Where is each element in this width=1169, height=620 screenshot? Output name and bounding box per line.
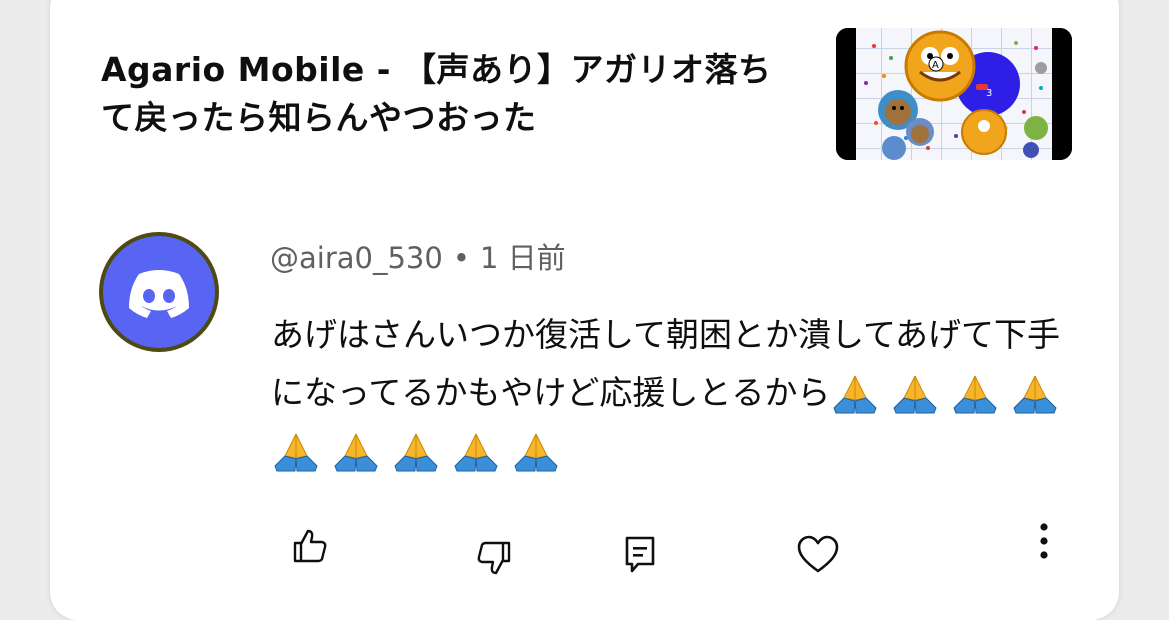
folded-hands-icon — [833, 375, 877, 414]
folded-hands-icon — [514, 433, 558, 472]
svg-text:A: A — [932, 60, 939, 71]
video-title[interactable]: Agario Mobile - 【声あり】アガリオ落ちて戻ったら知らんやつおった — [101, 46, 801, 142]
game-thumbnail-image: 3 A — [836, 28, 1072, 160]
comment-time: 1 日前 — [479, 241, 566, 275]
meta-separator: • — [452, 241, 470, 275]
video-thumbnail[interactable]: 3 A — [836, 28, 1072, 160]
reply-button[interactable] — [616, 530, 664, 578]
thumbs-down-icon — [477, 541, 511, 575]
folded-hands-icon — [334, 433, 378, 472]
comment-author[interactable]: @aira0_530 — [270, 241, 443, 275]
folded-hands-icon — [1013, 375, 1057, 414]
comment-text-block: あげはさんいつか復活して朝困とか潰してあげて下手になってるかもやけど応援しとるか… — [271, 306, 1071, 480]
folded-hands-icon — [953, 375, 997, 414]
more-vert-icon — [1040, 523, 1048, 559]
discord-icon — [129, 270, 189, 318]
avatar-background — [103, 236, 215, 348]
more-button[interactable] — [1020, 518, 1068, 566]
folded-hands-icon — [454, 433, 498, 472]
avatar[interactable] — [99, 232, 219, 352]
comment-meta: @aira0_530 • 1 日前 — [270, 238, 566, 278]
folded-hands-icon — [274, 433, 318, 472]
heart-icon — [797, 535, 839, 573]
folded-hands-icon — [893, 375, 937, 414]
like-button[interactable] — [286, 522, 334, 570]
dislike-button[interactable] — [470, 534, 518, 582]
heart-button[interactable] — [794, 530, 842, 578]
thumbs-up-icon — [293, 529, 327, 563]
comment-icon — [625, 536, 655, 573]
folded-hands-icon — [394, 433, 438, 472]
